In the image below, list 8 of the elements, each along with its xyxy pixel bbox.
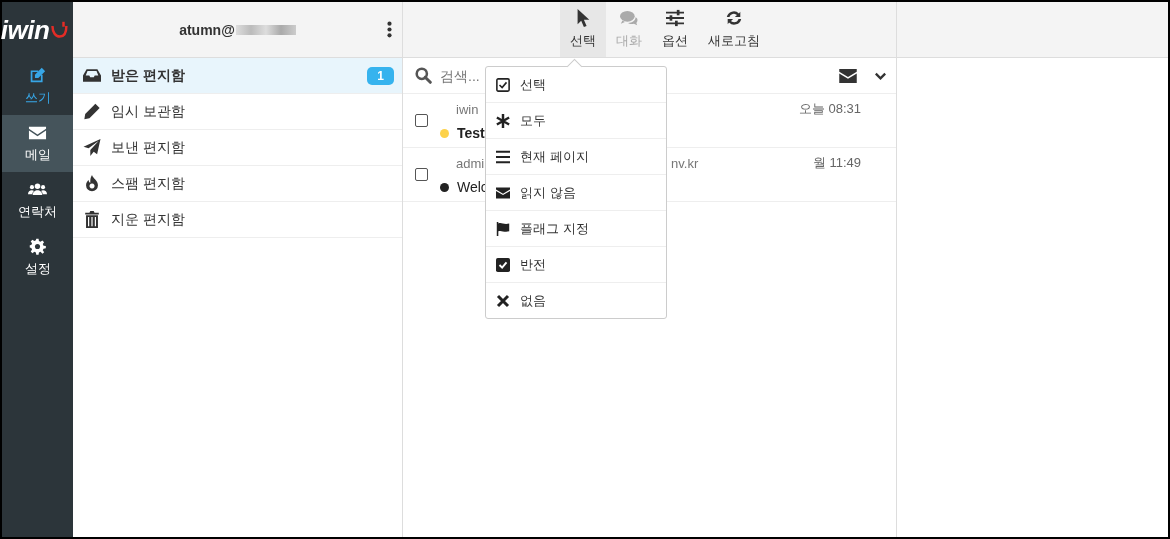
logo-text: iwin: [0, 14, 50, 46]
sender-text: nv.kr: [671, 155, 699, 171]
unread-count: 1: [367, 66, 394, 85]
sender-text: iwin: [456, 101, 479, 117]
account-email: atumn@: [179, 21, 235, 38]
sender-text: admi: [456, 155, 485, 171]
date-text: 월 11:49: [812, 154, 861, 172]
date-text: 오늘 08:31: [798, 100, 861, 118]
